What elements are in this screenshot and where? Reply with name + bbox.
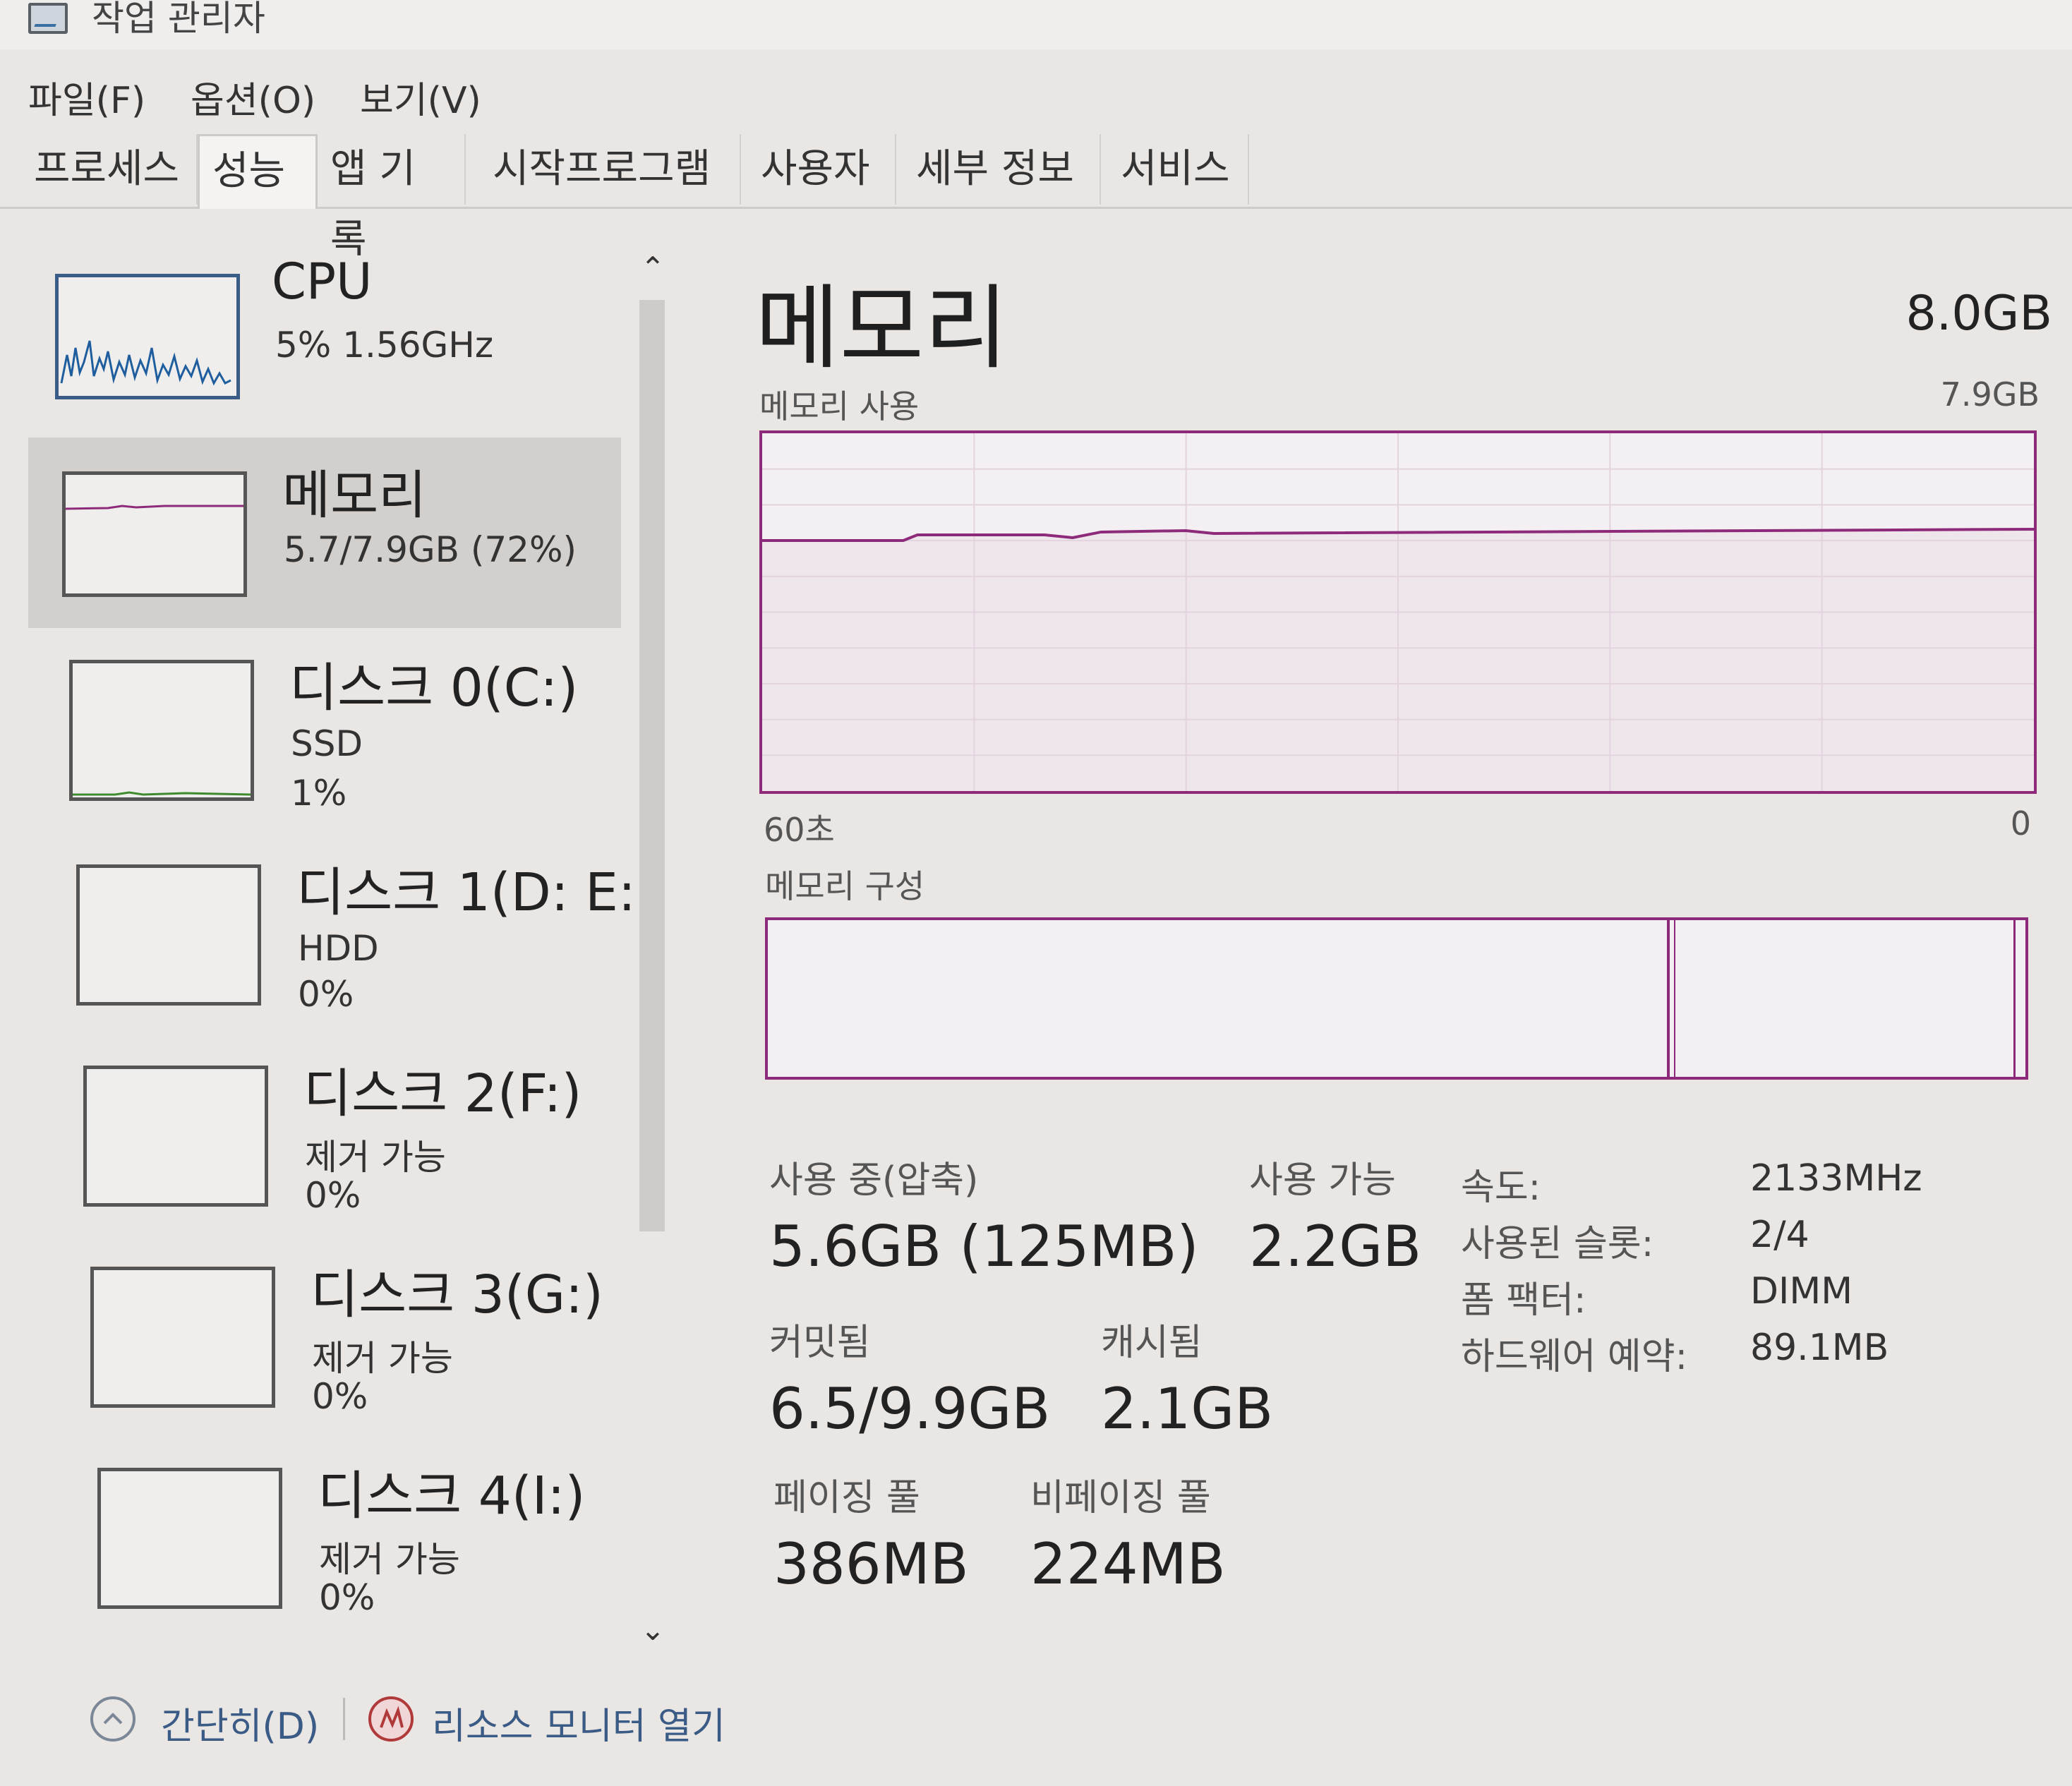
slots-key: 사용된 슬롯: [1461, 1223, 1654, 1265]
tab-services[interactable]: 서비스 [1108, 134, 1249, 205]
nonpaged-pool-value: 224MB [1030, 1531, 1226, 1597]
resource-name: CPU [272, 253, 373, 310]
cached-value: 2.1GB [1101, 1376, 1274, 1442]
speed-value: 2133MHz [1750, 1157, 1922, 1200]
menu-options[interactable]: 옵션(O) [191, 71, 315, 123]
disk-thumbnail-graph [97, 1468, 282, 1609]
resource-item-disk-0[interactable]: 디스크 0(C:) SSD 1% [28, 639, 621, 829]
fewer-details-link[interactable]: 간단히(D) [161, 1696, 319, 1749]
resource-type: SSD [291, 723, 363, 764]
slots-value: 2/4 [1750, 1214, 1809, 1256]
composition-free-boundary [2013, 920, 2016, 1077]
resource-stat: 5% 1.56GHz [275, 325, 494, 366]
form-factor-key: 폼 팩터: [1461, 1279, 1586, 1322]
tab-startup[interactable]: 시작프로그램 [480, 134, 741, 205]
menu-bar: 파일(F) 옵션(O) 보기(V) [0, 64, 2072, 123]
title-bar: 작업 관리자 [0, 0, 2072, 49]
resource-item-cpu[interactable]: CPU 5% 1.56GHz [28, 240, 621, 430]
memory-usage-chart [762, 433, 2035, 791]
axis-left-label: 60초 [764, 811, 835, 849]
resource-item-disk-4[interactable]: 디스크 4(I:) 제거 가능 0% [28, 1447, 621, 1637]
tab-app-history[interactable]: 앱 기록 [318, 134, 466, 263]
paged-pool-value: 386MB [773, 1531, 969, 1597]
paged-pool-label: 페이징 풀 [773, 1477, 920, 1519]
scroll-down-icon[interactable]: ⌄ [635, 1612, 670, 1647]
memory-usage-max: 7.9GB [1940, 375, 2040, 414]
cached-label: 캐시됨 [1101, 1322, 1203, 1364]
axis-right-label: 0 [2010, 804, 2031, 843]
resource-type: 제거 가능 [305, 1137, 446, 1178]
resource-item-disk-1[interactable]: 디스크 1(D: E:) HDD 0% [28, 843, 656, 1034]
composition-in-use-boundary [1667, 920, 1676, 1077]
resource-stat: 5.7/7.9GB (72%) [284, 529, 577, 570]
tab-bar: 프로세스 성능 앱 기록 시작프로그램 사용자 세부 정보 서비스 [0, 126, 2072, 263]
tab-details[interactable]: 세부 정보 [903, 134, 1101, 205]
cpu-thumbnail-graph [55, 274, 240, 399]
resource-stat: 0% [319, 1577, 375, 1618]
resource-name: 디스크 2(F:) [303, 1063, 582, 1124]
cpu-sparkline [60, 340, 231, 386]
memory-composition-bar [765, 917, 2028, 1080]
resource-name: 디스크 1(D: E:) [296, 862, 656, 923]
open-resource-monitor-link[interactable]: 리소스 모니터 열기 [432, 1696, 725, 1749]
resource-stat: 0% [305, 1175, 361, 1216]
resource-list: CPU 5% 1.56GHz 메모리 5.7/7.9GB (72%) 디스크 0… [21, 240, 656, 1651]
resource-item-disk-2[interactable]: 디스크 2(F:) 제거 가능 0% [28, 1044, 621, 1235]
menu-view[interactable]: 보기(V) [360, 71, 481, 123]
resource-name: 디스크 3(G:) [311, 1265, 603, 1325]
tab-users[interactable]: 사용자 [748, 134, 896, 205]
footer-separator [343, 1698, 345, 1740]
resource-stat: 0% [298, 974, 354, 1015]
memory-total: 8.0GB [1905, 286, 2053, 342]
committed-label: 커밋됨 [769, 1322, 871, 1364]
memory-composition-label: 메모리 구성 [765, 867, 925, 905]
resource-type: 제거 가능 [319, 1539, 460, 1580]
resource-list-scrollbar[interactable]: ⌃ ⌄ [635, 251, 670, 1662]
disk-thumbnail-graph [90, 1267, 275, 1408]
resource-name: 디스크 4(I:) [318, 1466, 586, 1526]
disk-thumbnail-graph [76, 864, 261, 1006]
resource-item-disk-3[interactable]: 디스크 3(G:) 제거 가능 0% [28, 1245, 621, 1436]
in-use-label: 사용 중(압축) [769, 1159, 979, 1202]
resource-type: HDD [298, 928, 379, 969]
disk-sparkline [73, 791, 251, 796]
resource-stat: 0% [312, 1376, 368, 1417]
chevron-up-icon[interactable] [90, 1696, 135, 1742]
available-value: 2.2GB [1249, 1214, 1422, 1279]
scroll-thumb[interactable] [639, 300, 665, 1231]
memory-sparkline [65, 505, 243, 510]
resource-stat: 1% [291, 773, 347, 814]
window-title: 작업 관리자 [92, 0, 265, 39]
form-factor-value: DIMM [1750, 1270, 1853, 1313]
speed-key: 속도: [1461, 1166, 1541, 1209]
scroll-up-icon[interactable]: ⌃ [635, 251, 670, 285]
resource-type: 제거 가능 [312, 1338, 453, 1379]
tab-performance[interactable]: 성능 [198, 134, 318, 209]
hardware-reserved-value: 89.1MB [1750, 1327, 1889, 1369]
resource-name: 메모리 [282, 465, 427, 526]
memory-usage-graph [759, 430, 2037, 794]
memory-detail-panel: 메모리 8.0GB 메모리 사용 7.9GB 60초 0 메모리 구성 사용 중… [748, 240, 2052, 1616]
nonpaged-pool-label: 비페이징 풀 [1030, 1477, 1211, 1519]
memory-thumbnail-graph [62, 471, 247, 597]
resource-item-memory[interactable]: 메모리 5.7/7.9GB (72%) [28, 438, 621, 628]
detail-title: 메모리 [755, 274, 1008, 382]
footer: 간단히(D) 리소스 모니터 열기 [0, 1679, 2072, 1778]
hardware-reserved-key: 하드웨어 예약: [1461, 1336, 1688, 1378]
resource-name: 디스크 0(C:) [289, 658, 579, 718]
available-label: 사용 가능 [1249, 1159, 1396, 1202]
task-manager-icon [28, 3, 68, 34]
disk-thumbnail-graph [69, 660, 254, 801]
committed-value: 6.5/9.9GB [769, 1376, 1051, 1442]
resource-monitor-icon[interactable] [368, 1696, 414, 1742]
tab-processes[interactable]: 프로세스 [21, 134, 198, 205]
disk-thumbnail-graph [83, 1066, 268, 1207]
memory-usage-label: 메모리 사용 [759, 387, 920, 426]
menu-file[interactable]: 파일(F) [28, 71, 145, 123]
in-use-value: 5.6GB (125MB) [769, 1214, 1199, 1279]
